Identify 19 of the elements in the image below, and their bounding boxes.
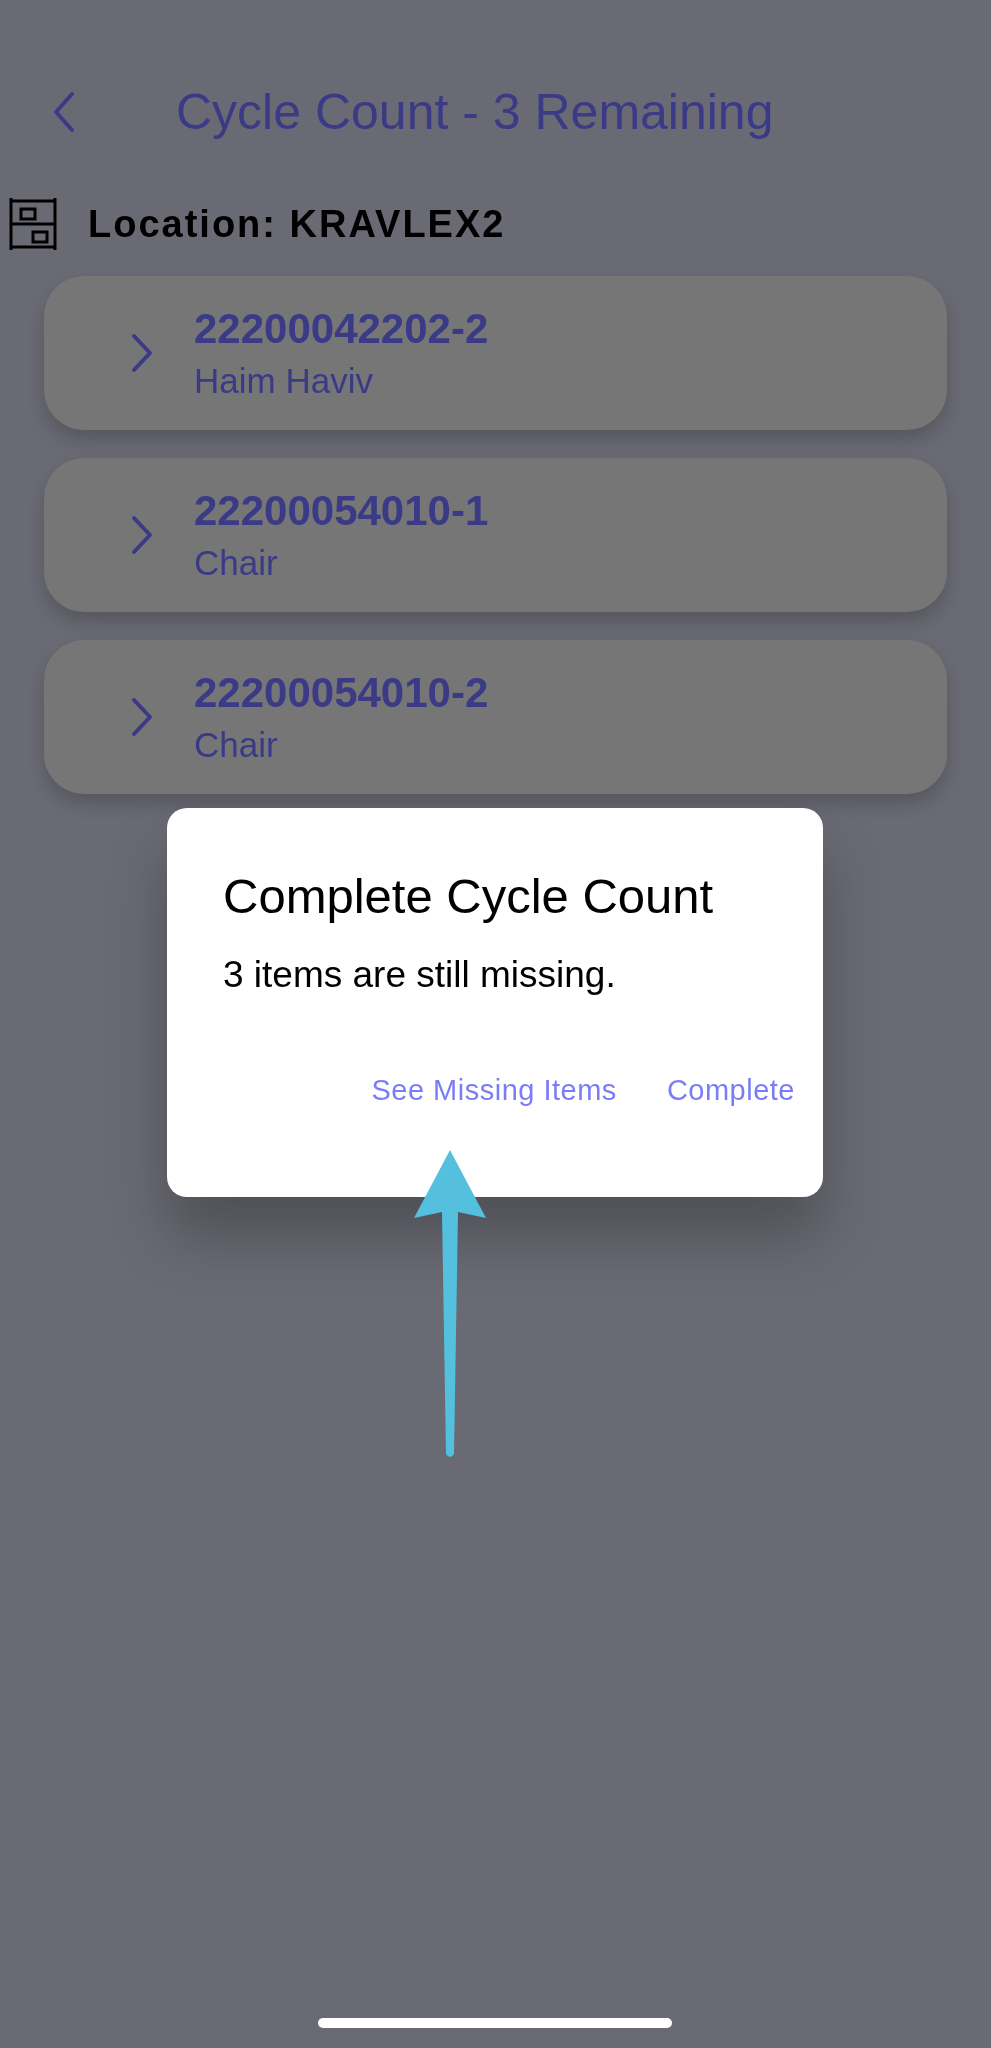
dialog-message: 3 items are still missing.	[223, 954, 617, 996]
item-description: Haim Haviv	[194, 361, 374, 401]
item-description: Chair	[194, 725, 279, 765]
dialog-title: Complete Cycle Count	[223, 868, 715, 924]
chevron-icon	[130, 696, 154, 738]
dialog-button[interactable]: See Missing Items	[371, 1074, 617, 1107]
chevron-icon	[130, 332, 154, 374]
chevron-icon	[130, 514, 154, 556]
item-card[interactable]: 22200042202-2 Haim Haviv	[44, 276, 947, 430]
shelf-icon	[8, 196, 58, 252]
item-number: 22200054010-1	[194, 487, 489, 535]
location-label: Location: KRAVLEX2	[88, 202, 506, 246]
item-card[interactable]: 22200054010-2 Chair	[44, 640, 947, 794]
item-number: 22200042202-2	[194, 305, 489, 353]
item-description: Chair	[194, 543, 279, 583]
dialog-button[interactable]: Complete	[666, 1074, 795, 1107]
item-number: 22200054010-2	[194, 669, 489, 717]
back-icon[interactable]	[52, 90, 76, 134]
item-card[interactable]: 22200054010-1 Chair	[44, 458, 947, 612]
